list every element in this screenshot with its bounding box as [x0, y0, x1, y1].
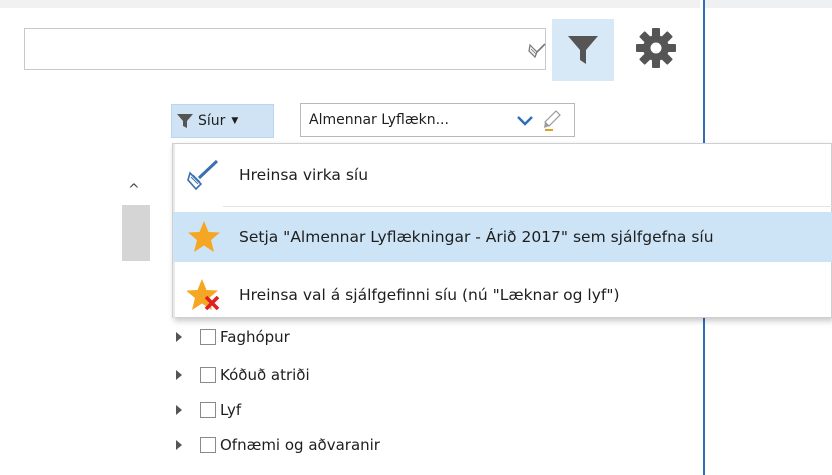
expand-arrow-icon[interactable]: [176, 440, 182, 450]
expand-arrow-icon[interactable]: [176, 370, 182, 380]
tree-item[interactable]: Kóðuð atriði: [176, 364, 310, 386]
expand-arrow-icon[interactable]: [176, 405, 182, 415]
tree-item-checkbox[interactable]: [200, 367, 216, 383]
top-strip: [0, 0, 700, 8]
menu-item-label: Hreinsa val á sjálfgefinni síu (nú "Lækn…: [239, 286, 620, 304]
scroll-up-icon[interactable]: ^: [128, 182, 140, 198]
chevron-down-icon[interactable]: [517, 115, 533, 127]
broom-icon[interactable]: [527, 39, 549, 61]
filters-dropdown-menu: Hreinsa virka síu Setja "Almennar Lyflæk…: [172, 143, 832, 320]
filter-icon: [568, 36, 598, 64]
filters-menu-label: Síur: [198, 113, 226, 129]
tree-item[interactable]: Faghópur: [176, 326, 290, 348]
filter-select[interactable]: Almennar Lyflækn...: [300, 103, 575, 137]
tree-item-label: Faghópur: [220, 328, 290, 346]
menu-item-clear-active-filter[interactable]: Hreinsa virka síu: [173, 150, 832, 200]
tree-item-label: Kóðuð atriði: [220, 366, 310, 384]
tree-item-label: Ofnæmi og aðvaranir: [220, 436, 380, 454]
scrollbar-thumb[interactable]: [122, 205, 150, 261]
tree-item-checkbox[interactable]: [200, 329, 216, 345]
expand-arrow-icon[interactable]: [176, 332, 182, 342]
tree-item-checkbox[interactable]: [200, 402, 216, 418]
star-icon: [188, 221, 220, 252]
filter-icon: [177, 114, 193, 128]
menu-item-label: Hreinsa virka síu: [239, 166, 369, 184]
star-remove-icon: [187, 279, 220, 311]
tree-item-label: Lyf: [220, 401, 242, 419]
broom-icon: [187, 159, 219, 191]
filter-select-value: Almennar Lyflækn...: [309, 112, 449, 128]
tree-item[interactable]: Ofnæmi og aðvaranir: [176, 434, 380, 456]
menu-separator: [223, 206, 832, 207]
menu-item-label: Setja "Almennar Lyflækningar - Árið 2017…: [239, 228, 714, 246]
gear-icon[interactable]: [632, 24, 680, 72]
pencil-icon[interactable]: [541, 109, 563, 133]
right-panel: [705, 8, 832, 103]
tree-item-checkbox[interactable]: [200, 437, 216, 453]
tree-item[interactable]: Lyf: [176, 399, 241, 421]
caret-down-icon: ▼: [231, 116, 239, 126]
menu-item-set-default-filter[interactable]: Setja "Almennar Lyflækningar - Árið 2017…: [173, 212, 832, 262]
search-input[interactable]: [24, 28, 546, 70]
menu-item-clear-default-filter[interactable]: Hreinsa val á sjálfgefinni síu (nú "Lækn…: [173, 270, 832, 320]
filter-button[interactable]: [552, 19, 614, 81]
filters-menu-button[interactable]: Síur ▼: [171, 104, 274, 138]
